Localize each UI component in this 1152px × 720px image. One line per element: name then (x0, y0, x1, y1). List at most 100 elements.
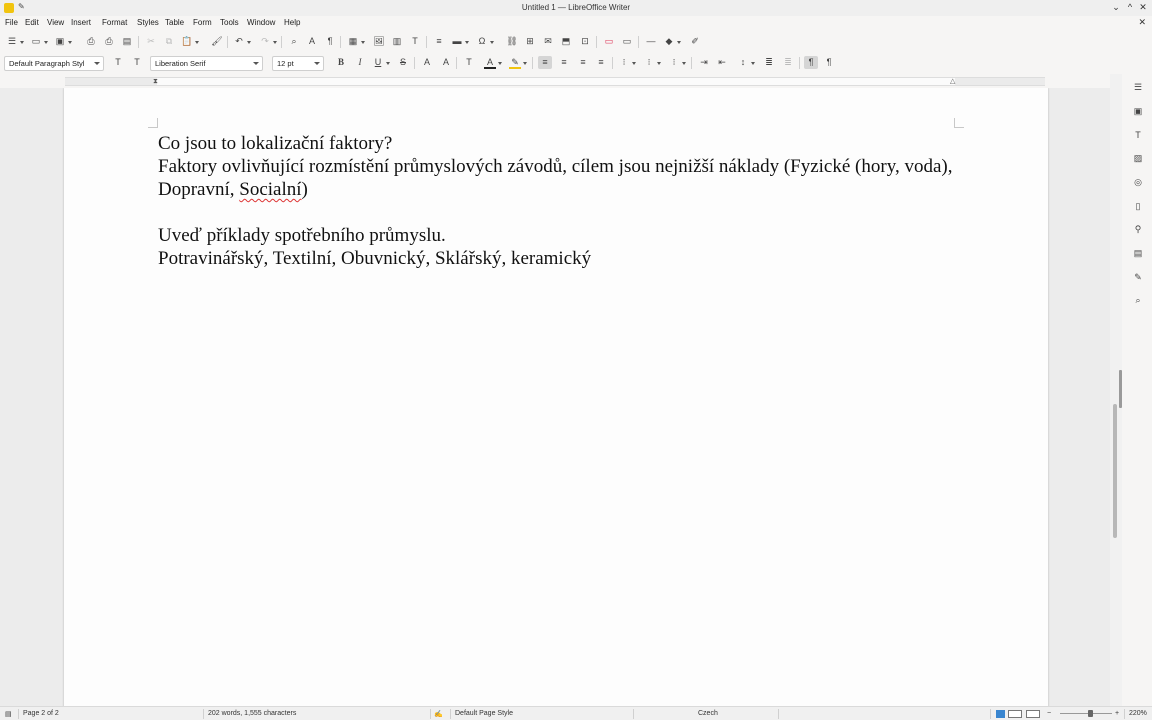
menu-form[interactable]: Form (193, 18, 212, 27)
line-spacing-icon[interactable]: ↕ (736, 56, 755, 69)
paragraph-spacing-icon[interactable]: ≣ (762, 56, 776, 69)
cross-reference-icon[interactable]: ⊡ (578, 35, 592, 48)
minimize-button[interactable]: ⌄ (1110, 2, 1122, 13)
zoom-out-button[interactable]: − (1047, 710, 1051, 717)
insert-field-icon[interactable]: ▬ (450, 35, 469, 48)
zoom-slider-knob[interactable] (1088, 710, 1093, 717)
zoom-in-button[interactable]: + (1115, 710, 1119, 717)
redo-icon[interactable]: ↷ (258, 35, 277, 48)
numbered-list-icon[interactable]: ⁝ (642, 56, 661, 69)
find-icon[interactable]: ⌕ (1131, 293, 1145, 307)
track-changes-icon[interactable]: ⬒ (559, 35, 573, 48)
menu-insert[interactable]: Insert (71, 18, 91, 27)
superscript-icon[interactable]: A (420, 56, 434, 69)
export-pdf-icon[interactable]: ⎙ (84, 35, 98, 48)
close-window-button[interactable]: ✕ (1137, 2, 1149, 13)
formatting-marks-icon[interactable]: ¶ (323, 35, 337, 48)
footnote-icon[interactable]: ⊞ (523, 35, 537, 48)
right-to-left-icon[interactable]: ¶ (822, 56, 836, 69)
bullet-list-icon[interactable]: ⁝ (617, 56, 636, 69)
increase-indent-icon[interactable]: ⇥ (697, 56, 711, 69)
copy-icon[interactable]: ⧉ (162, 35, 176, 48)
paste-icon[interactable]: 📋 (180, 35, 199, 48)
menu-tools[interactable]: Tools (220, 18, 239, 27)
menu-view[interactable]: View (47, 18, 64, 27)
font-size-combo[interactable]: 12 pt (272, 56, 324, 71)
update-style-icon[interactable]: T (111, 56, 125, 69)
sidebar-toggle-icon[interactable]: ☰ (5, 35, 24, 48)
outline-list-icon[interactable]: ⁝ (667, 56, 686, 69)
sidebar-menu-icon[interactable]: ☰ (1131, 80, 1145, 94)
menu-edit[interactable]: Edit (25, 18, 39, 27)
close-document-button[interactable]: ✕ (1138, 17, 1146, 28)
print-icon[interactable]: ⎙ (102, 35, 116, 48)
horizontal-ruler[interactable]: ⧗ △ (65, 77, 1045, 86)
menu-help[interactable]: Help (284, 18, 300, 27)
italic-icon[interactable]: I (353, 56, 367, 69)
menu-table[interactable]: Table (165, 18, 184, 27)
digital-signature-icon[interactable]: ✍ (434, 710, 443, 718)
font-name-combo[interactable]: Liberation Serif (150, 56, 263, 71)
strikethrough-icon[interactable]: S (396, 56, 410, 69)
page-style[interactable]: Default Page Style (455, 710, 513, 717)
menu-styles[interactable]: Styles (137, 18, 159, 27)
style-inspector-icon[interactable]: ⚲ (1131, 222, 1145, 236)
align-right-icon[interactable]: ≡ (576, 56, 590, 69)
single-page-view-icon[interactable] (996, 710, 1005, 718)
clear-formatting-icon[interactable]: T (462, 56, 476, 69)
properties-icon[interactable]: ▣ (1131, 104, 1145, 118)
print-preview-icon[interactable]: ▤ (120, 35, 134, 48)
comment-icon[interactable]: ▭ (602, 35, 616, 48)
subscript-icon[interactable]: A (439, 56, 453, 69)
bookmark-icon[interactable]: ▭ (620, 35, 634, 48)
insert-table-icon[interactable]: ▦ (346, 35, 365, 48)
page-number[interactable]: Page 2 of 2 (23, 710, 59, 717)
left-to-right-icon[interactable]: ¶ (804, 56, 818, 69)
font-color-icon[interactable]: A (483, 56, 502, 69)
basic-shapes-icon[interactable]: ◆ (662, 35, 681, 48)
menu-format[interactable]: Format (102, 18, 127, 27)
cut-icon[interactable]: ✂ (144, 35, 158, 48)
highlight-color-icon[interactable]: ✎ (508, 56, 527, 69)
insert-page-break-icon[interactable]: ≡ (432, 35, 446, 48)
language[interactable]: Czech (698, 710, 718, 717)
multi-page-view-icon[interactable] (1008, 710, 1022, 718)
draw-icon[interactable]: ✐ (688, 35, 702, 48)
right-indent-marker[interactable]: △ (950, 78, 955, 85)
styles-icon[interactable]: T (1131, 128, 1145, 142)
maximize-button[interactable]: ^ (1124, 2, 1136, 12)
save-icon[interactable]: ▣ (53, 35, 72, 48)
bold-icon[interactable]: B (334, 56, 348, 69)
insert-image-icon[interactable]: 🖼 (372, 35, 386, 48)
undo-icon[interactable]: ↶ (232, 35, 251, 48)
gallery-icon[interactable]: ▨ (1131, 151, 1145, 165)
insert-textbox-icon[interactable]: T (408, 35, 422, 48)
page-view-icon[interactable]: ▤ (5, 710, 12, 718)
spelling-icon[interactable]: A (305, 35, 319, 48)
decrease-indent-icon[interactable]: ⇤ (715, 56, 729, 69)
justify-icon[interactable]: ≡ (594, 56, 608, 69)
design-icon[interactable]: ✎ (1131, 270, 1145, 284)
document-page[interactable]: Co jsou to lokalizační faktory? Faktory … (64, 88, 1048, 706)
open-icon[interactable]: ▭ (29, 35, 48, 48)
underline-icon[interactable]: U (371, 56, 390, 69)
page-icon[interactable]: ▯ (1131, 199, 1145, 213)
misspelled-word[interactable]: Socialní (239, 179, 301, 200)
navigator-icon[interactable]: ◎ (1131, 175, 1145, 189)
paragraph-dialog-icon[interactable]: ≣ (781, 56, 795, 69)
insert-chart-icon[interactable]: ▥ (390, 35, 404, 48)
zoom-slider[interactable] (1060, 713, 1112, 714)
menu-file[interactable]: File (5, 18, 18, 27)
manage-changes-icon[interactable]: ▤ (1131, 246, 1145, 260)
hyperlink-icon[interactable]: ⛓ (505, 35, 519, 48)
word-count[interactable]: 202 words, 1,555 characters (208, 710, 296, 717)
menu-window[interactable]: Window (247, 18, 275, 27)
vertical-scrollbar[interactable] (1110, 74, 1122, 706)
book-view-icon[interactable] (1026, 710, 1040, 718)
align-center-icon[interactable]: ≡ (557, 56, 571, 69)
insert-comment-icon[interactable]: ✉ (541, 35, 555, 48)
clone-formatting-icon[interactable]: 🖌 (210, 35, 224, 48)
document-body[interactable]: Co jsou to lokalizační faktory? Faktory … (158, 132, 958, 270)
left-indent-marker[interactable]: ⧗ (153, 78, 158, 85)
find-replace-icon[interactable]: ⌕ (287, 35, 301, 48)
